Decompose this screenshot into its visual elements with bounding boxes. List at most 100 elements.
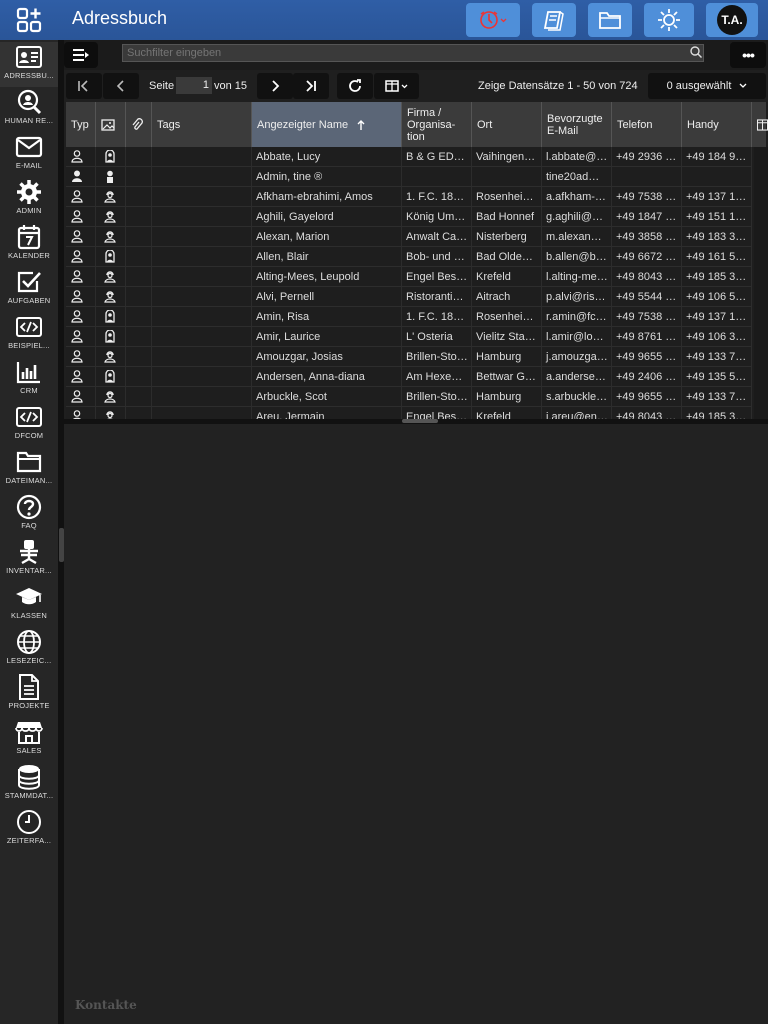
more-options-button[interactable]: ••• [730, 42, 766, 68]
search-icon[interactable] [690, 46, 702, 58]
sidebar-item-dfcom[interactable]: DFCOM [0, 402, 58, 447]
sidebar-item-inventar[interactable]: INVENTAR... [0, 537, 58, 582]
book-button[interactable] [532, 3, 576, 37]
table-row[interactable]: Amin, Risa 1. F.C. 18… Rosenhei… r.amin@fc…… [66, 307, 752, 327]
table-row[interactable]: Alexan, Marion Anwalt Ca… Nisterberg m.alex… [66, 227, 752, 247]
contact-icon [71, 190, 83, 203]
cell-ort: Nisterberg [472, 227, 542, 247]
sidebar-item-human-resources[interactable]: HUMAN RE... [0, 87, 58, 132]
last-page-button[interactable] [293, 73, 329, 99]
sidebar-item-kalender[interactable]: KALENDER [0, 222, 58, 267]
refresh-button[interactable] [337, 73, 373, 99]
next-page-button[interactable] [257, 73, 293, 99]
detail-panel [64, 424, 768, 1024]
column-header-image[interactable] [96, 102, 126, 147]
sidebar-item-projekte[interactable]: PROJEKTE [0, 672, 58, 717]
user-avatar-button[interactable]: T.A. [706, 3, 758, 37]
sidebar-item-crm[interactable]: CRM [0, 357, 58, 402]
table-row[interactable]: Admin, tine ® tine20ad… [66, 167, 752, 187]
column-header-firma[interactable]: Firma / Organisa- tion [402, 102, 472, 147]
table-row[interactable]: Abbate, Lucy B & G ED… Vaihingen… l.abbate@… [66, 147, 752, 167]
page-number-input[interactable]: 1 [176, 77, 212, 94]
column-menu-button[interactable] [752, 102, 768, 147]
selection-dropdown[interactable]: 0 ausgewählt [648, 73, 766, 99]
female-avatar-icon [105, 329, 115, 343]
sidebar-item-label: BEISPIEL... [8, 341, 50, 350]
column-header-handy[interactable]: Handy [682, 102, 752, 147]
column-header-typ[interactable]: Typ [66, 102, 96, 147]
table-row[interactable]: Afkham-ebrahimi, Amos 1. F.C. 18… Rosenhei… [66, 187, 752, 207]
cell-type [66, 367, 96, 387]
crm-chart-icon [16, 362, 40, 384]
sidebar-item-admin[interactable]: ADMIN [0, 177, 58, 222]
table-row[interactable]: Alting-Mees, Leupold Engel Bes… Krefeld l.a… [66, 267, 752, 287]
timer-button[interactable] [466, 3, 520, 37]
column-header-email[interactable]: Bevorzugte E-Mail [542, 102, 612, 147]
sidebar-item-email[interactable]: E-MAIL [0, 132, 58, 177]
cell-name: Afkham-ebrahimi, Amos [252, 187, 402, 207]
column-header-tags[interactable]: Tags [152, 102, 252, 147]
cell-type [66, 247, 96, 267]
sidebar-item-label: ADMIN [16, 206, 42, 215]
table-row[interactable]: Arbuckle, Scot Brillen-Sto… Hamburg s.arbuc… [66, 387, 752, 407]
sidebar-item-faq[interactable]: FAQ [0, 492, 58, 537]
cell-image [96, 267, 126, 287]
sidebar-item-aufgaben[interactable]: AUFGABEN [0, 267, 58, 312]
cell-ort: Vaihingen… [472, 147, 542, 167]
table-row[interactable]: Amir, Laurice L' Osteria Vielitz Sta… l.ami… [66, 327, 752, 347]
cell-name: Admin, tine ® [252, 167, 402, 187]
column-header-attachment[interactable] [126, 102, 152, 147]
cell-tags [152, 287, 252, 307]
sidebar-item-label: DFCOM [14, 431, 44, 440]
previous-page-button[interactable] [103, 73, 139, 99]
cell-firma: König Um… [402, 207, 472, 227]
sidebar-item-label: AUFGABEN [7, 296, 51, 305]
vertical-scrollbar[interactable] [754, 147, 768, 420]
cell-email: l.amir@lo… [542, 327, 612, 347]
detail-splitter-handle[interactable] [402, 419, 438, 423]
table-row[interactable]: Alvi, Pernell Ristoranti… Aitrach p.alvi@ri… [66, 287, 752, 307]
cell-firma: L' Osteria [402, 327, 472, 347]
toggle-tree-button[interactable] [64, 42, 98, 68]
table-row[interactable]: Aghili, Gayelord König Um… Bad Honnef g.agh… [66, 207, 752, 227]
cell-name: Amir, Laurice [252, 327, 402, 347]
cell-email: j.amouzga… [542, 347, 612, 367]
first-page-button[interactable] [66, 73, 102, 99]
sort-ascending-icon [357, 119, 365, 130]
cell-telefon: +49 1847 … [612, 207, 682, 227]
search-input[interactable] [122, 44, 704, 62]
sidebar-item-sales[interactable]: SALES [0, 717, 58, 762]
sidebar-item-lesezeichen[interactable]: LESEZEIC... [0, 627, 58, 672]
contacts-grid: Typ Tags Angezeigter Name Firma / Organi… [66, 102, 768, 420]
column-chooser-button[interactable] [374, 73, 419, 99]
cell-email: a.anderse… [542, 367, 612, 387]
cell-email: s.arbuckle… [542, 387, 612, 407]
sidebar-item-label: FAQ [21, 521, 37, 530]
clock-icon [17, 810, 41, 834]
human-resources-icon [17, 89, 42, 115]
sidebar-item-zeiterfassung[interactable]: ZEITERFA... [0, 807, 58, 852]
sidebar-item-beispiel[interactable]: BEISPIEL... [0, 312, 58, 357]
app-launcher-icon[interactable] [16, 7, 42, 33]
theme-button[interactable] [644, 3, 694, 37]
refresh-icon [349, 79, 361, 92]
table-row[interactable]: Allen, Blair Bob- und … Bad Olde… b.allen@b… [66, 247, 752, 267]
column-header-ort[interactable]: Ort [472, 102, 542, 147]
sidebar-item-klassen[interactable]: KLASSEN [0, 582, 58, 627]
top-bar: Adressbuch T.A. [0, 0, 768, 40]
cell-handy: +49 137 1… [682, 187, 752, 207]
sidebar-item-dateimanager[interactable]: DATEIMAN... [0, 447, 58, 492]
sidebar-item-label: ZEITERFA... [6, 836, 52, 845]
sidebar-item-stammdaten[interactable]: STAMMDAT... [0, 762, 58, 807]
cell-image [96, 187, 126, 207]
cell-type [66, 167, 96, 187]
sidebar-item-label: E-MAIL [15, 161, 43, 170]
male-avatar-icon [104, 211, 116, 223]
male-avatar-icon [104, 231, 116, 243]
folder-button[interactable] [588, 3, 632, 37]
sidebar-item-adressbuch[interactable]: ADRESSBU... [0, 42, 58, 87]
column-header-telefon[interactable]: Telefon [612, 102, 682, 147]
column-header-name[interactable]: Angezeigter Name [252, 102, 402, 147]
table-row[interactable]: Andersen, Anna-diana Am Hexe… Bettwar G… a.… [66, 367, 752, 387]
table-row[interactable]: Amouzgar, Josias Brillen-Sto… Hamburg j.amo… [66, 347, 752, 367]
